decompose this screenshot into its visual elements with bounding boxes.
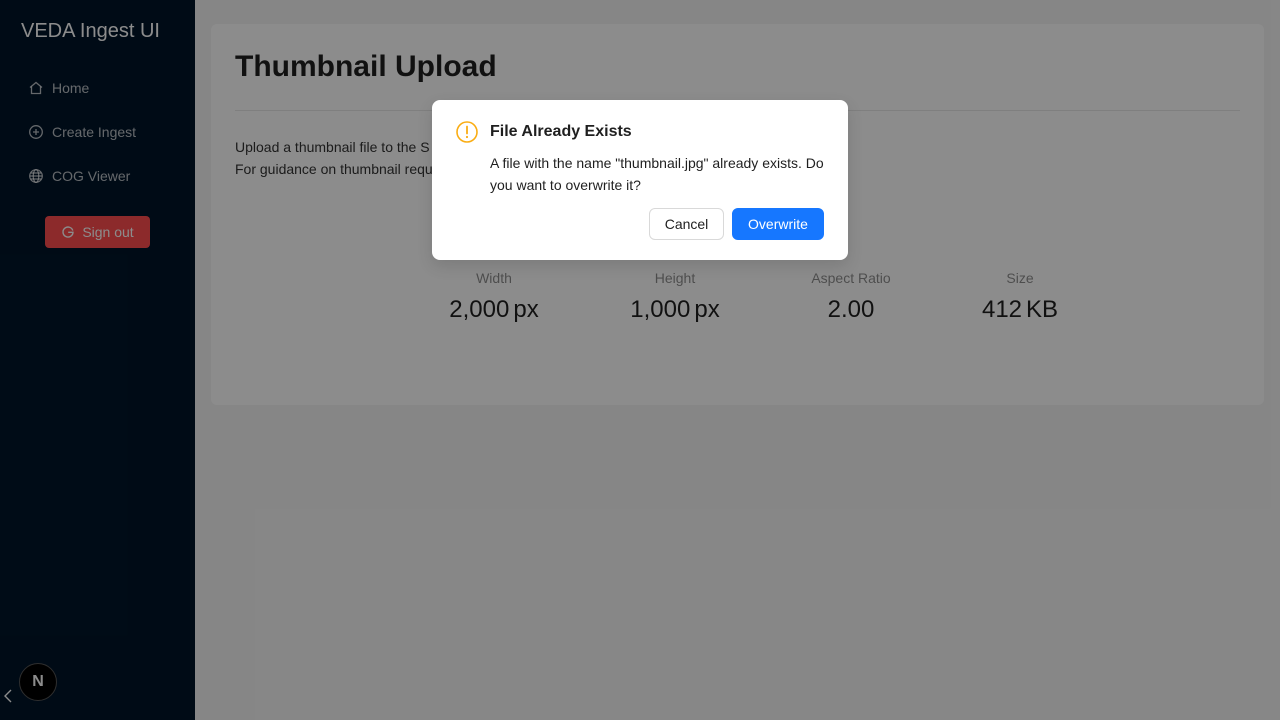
confirm-overwrite-dialog: File Already Exists A file with the name…	[432, 100, 848, 260]
modal-message: A file with the name "thumbnail.jpg" alr…	[490, 155, 824, 193]
exclamation-circle-icon	[456, 121, 478, 143]
modal-title: File Already Exists	[490, 123, 632, 140]
overwrite-button[interactable]: Overwrite	[732, 208, 824, 240]
cancel-button[interactable]: Cancel	[649, 208, 724, 240]
